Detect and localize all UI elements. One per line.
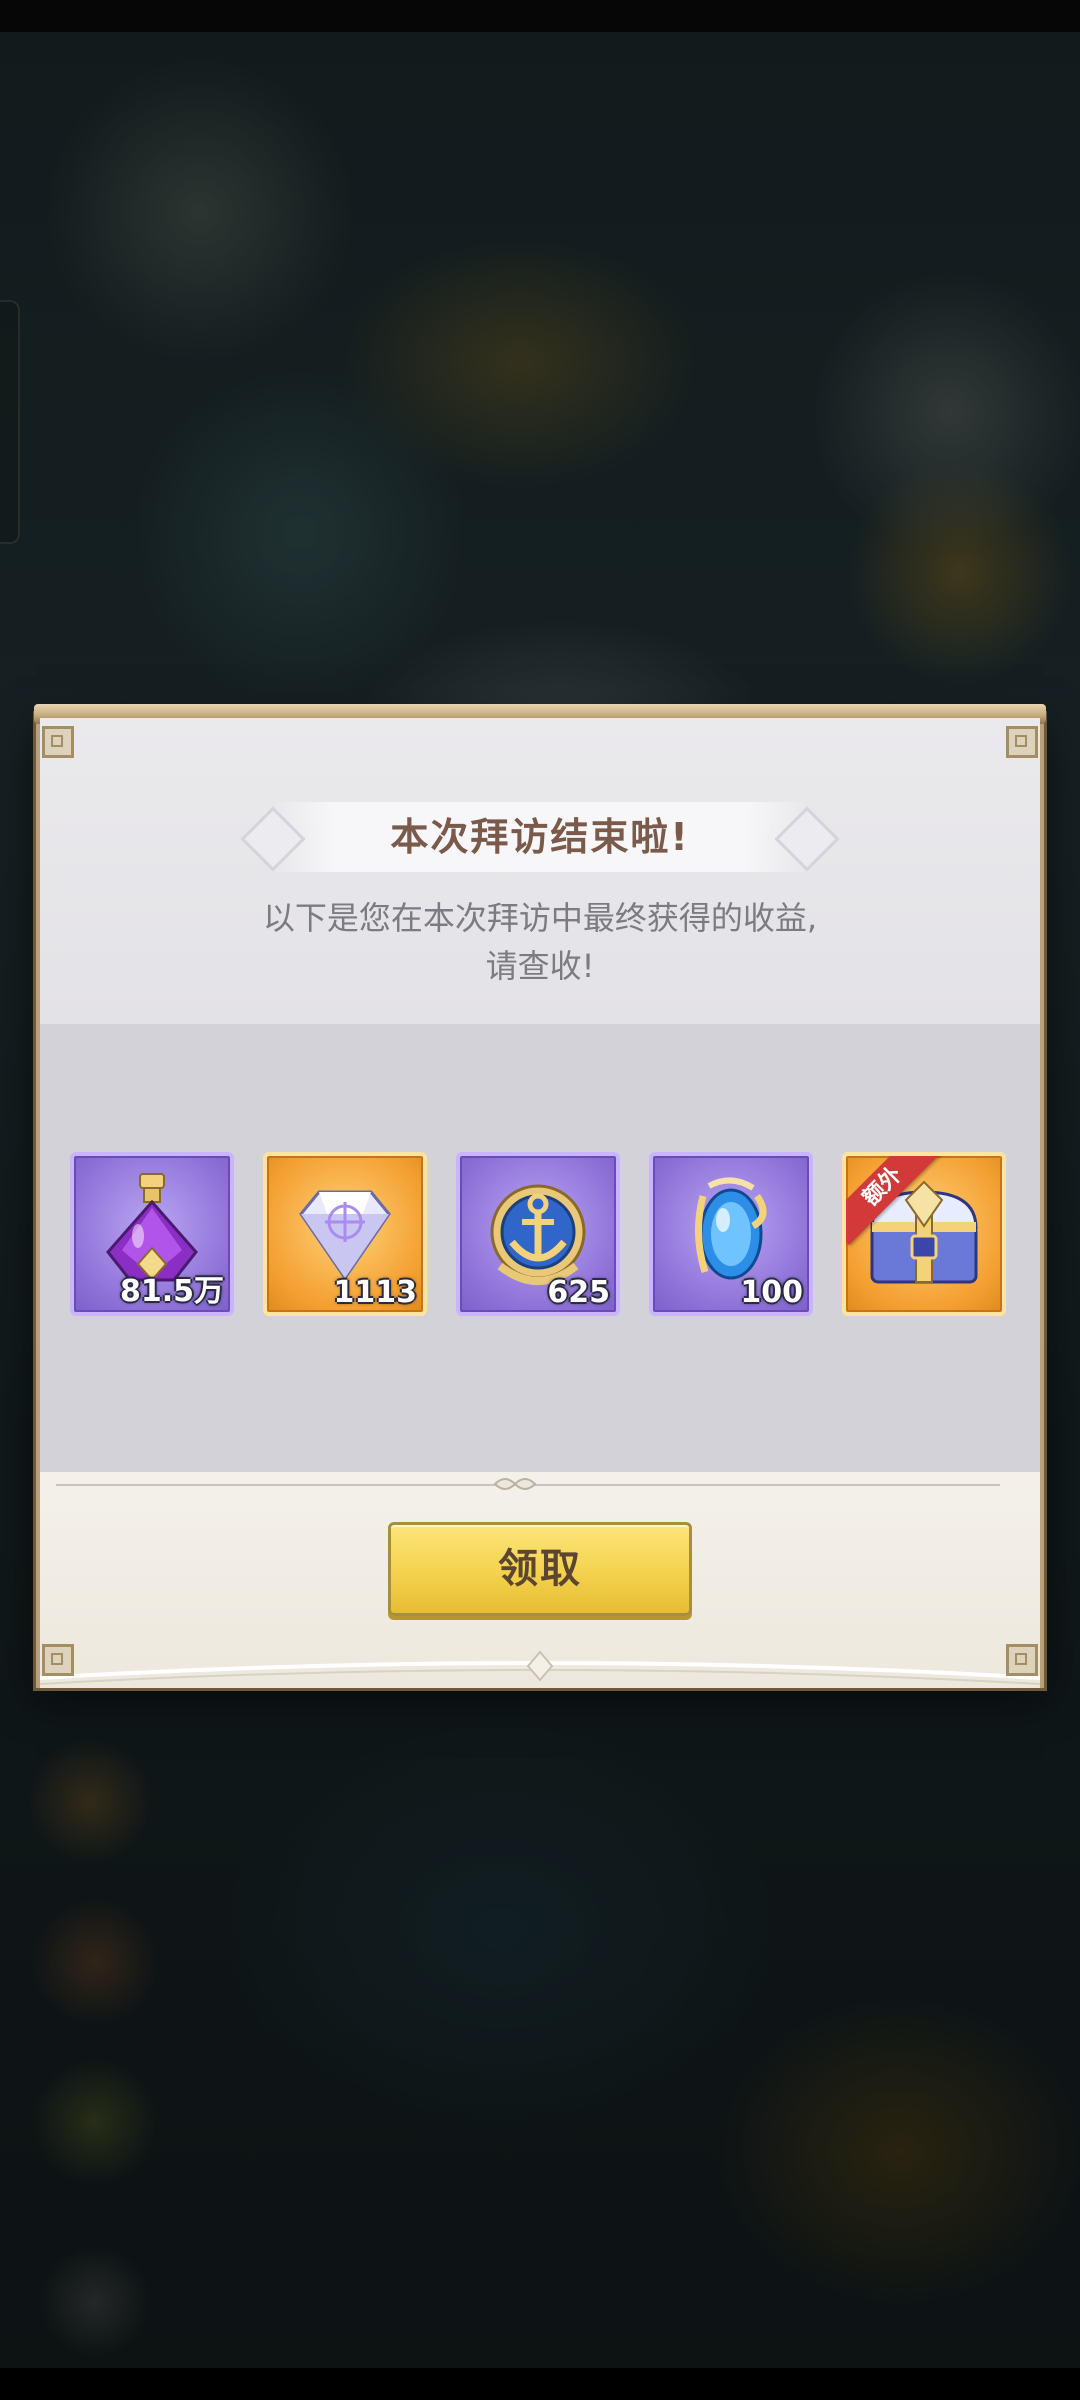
reward-item[interactable]: 100 [649,1152,813,1316]
claim-button[interactable]: 领取 [388,1522,692,1616]
frame-corner-ornament [1006,726,1038,758]
reward-count: 100 [740,1275,803,1310]
frame-corner-ornament [42,1644,74,1676]
dialog-subtitle: 以下是您在本次拜访中最终获得的收益, 请查收! [40,894,1040,990]
subtitle-line-1: 以下是您在本次拜访中最终获得的收益, [262,899,818,937]
title-banner: 本次拜访结束啦! [230,802,850,872]
reward-count: 1113 [333,1275,418,1310]
reward-item[interactable]: 625 [456,1152,620,1316]
reward-item[interactable]: 81.5万 [70,1152,234,1316]
reward-list: 81.5万 1113 625 100 额外 [70,1152,1014,1318]
dialog-footer: 领取 [40,1472,1040,1688]
subtitle-line-2: 请查收! [485,947,595,985]
rewards-panel: 81.5万 1113 625 100 额外 [40,1024,1040,1472]
reward-count: 81.5万 [119,1274,224,1309]
reward-count: 625 [547,1275,610,1310]
reward-item[interactable]: 1113 [263,1152,427,1316]
reward-item[interactable]: 额外 [842,1152,1006,1316]
system-nav-bar [0,2368,1080,2400]
frame-corner-ornament [1006,1644,1038,1676]
dialog-title: 本次拜访结束啦! [390,815,690,859]
dialog-bottom-rim [40,1650,1040,1685]
dialog-header: 本次拜访结束啦! 以下是您在本次拜访中最终获得的收益, 请查收! [40,718,1040,1024]
divider-ornament-icon [493,1478,537,1490]
visit-result-dialog: 本次拜访结束啦! 以下是您在本次拜访中最终获得的收益, 请查收! 81.5万 1… [34,704,1046,1688]
frame-corner-ornament [42,726,74,758]
